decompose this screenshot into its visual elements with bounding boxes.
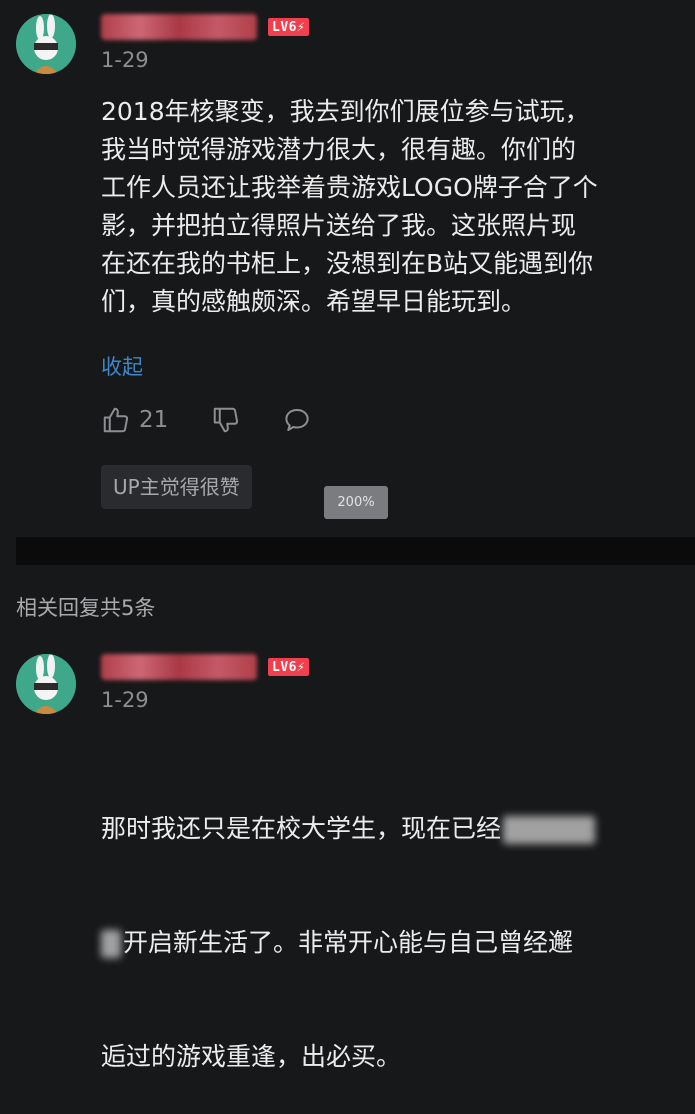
- reply-date: 1-29: [101, 688, 149, 712]
- reply-avatar[interactable]: [16, 654, 76, 714]
- comment-text: 2018年核聚变，我去到你们展位参与试玩， 我当时觉得游戏潜力很大，很有趣。你们…: [101, 97, 598, 316]
- comment-date: 1-29: [101, 48, 149, 72]
- reply-username-redacted[interactable]: [101, 654, 257, 680]
- bunny-avatar-icon: [16, 14, 76, 74]
- bunny-avatar-icon: [16, 654, 76, 714]
- reply-text-line: 开启新生活了。非常开心能与自己曾经邂: [123, 928, 574, 957]
- lightning-icon: ⚡: [296, 19, 306, 35]
- reply-level-badge: LV6 ⚡: [268, 658, 310, 676]
- redacted-text: [101, 930, 121, 958]
- reply-text-line: 那时我还只是在校大学生，现在已经: [101, 814, 502, 843]
- reply-button[interactable]: [282, 405, 312, 435]
- lightning-icon: ⚡: [296, 659, 306, 675]
- reply-text-line: 逅过的游戏重逢，出必买。: [101, 1042, 402, 1071]
- collapse-link[interactable]: 收起: [101, 351, 143, 381]
- username-redacted[interactable]: [101, 14, 257, 40]
- chat-bubble-icon: [285, 409, 309, 431]
- reply-text: 那时我还只是在校大学生，现在已经 开启新生活了。非常开心能与自己曾经邂 逅过的游…: [101, 734, 693, 1114]
- like-count: 21: [139, 407, 169, 433]
- replies-count-header: 相关回复共5条: [16, 596, 156, 620]
- dislike-button[interactable]: [211, 405, 241, 435]
- thumbs-up-icon: [103, 407, 129, 433]
- section-divider: [16, 537, 695, 565]
- zoom-indicator: 200%: [324, 486, 388, 519]
- avatar[interactable]: [16, 14, 76, 74]
- redacted-text: [503, 816, 596, 844]
- like-button[interactable]: 21: [101, 405, 168, 435]
- thumbs-down-icon: [213, 407, 239, 433]
- up-liked-tag: UP主觉得很赞: [101, 465, 252, 509]
- level-badge: LV6 ⚡: [268, 18, 310, 36]
